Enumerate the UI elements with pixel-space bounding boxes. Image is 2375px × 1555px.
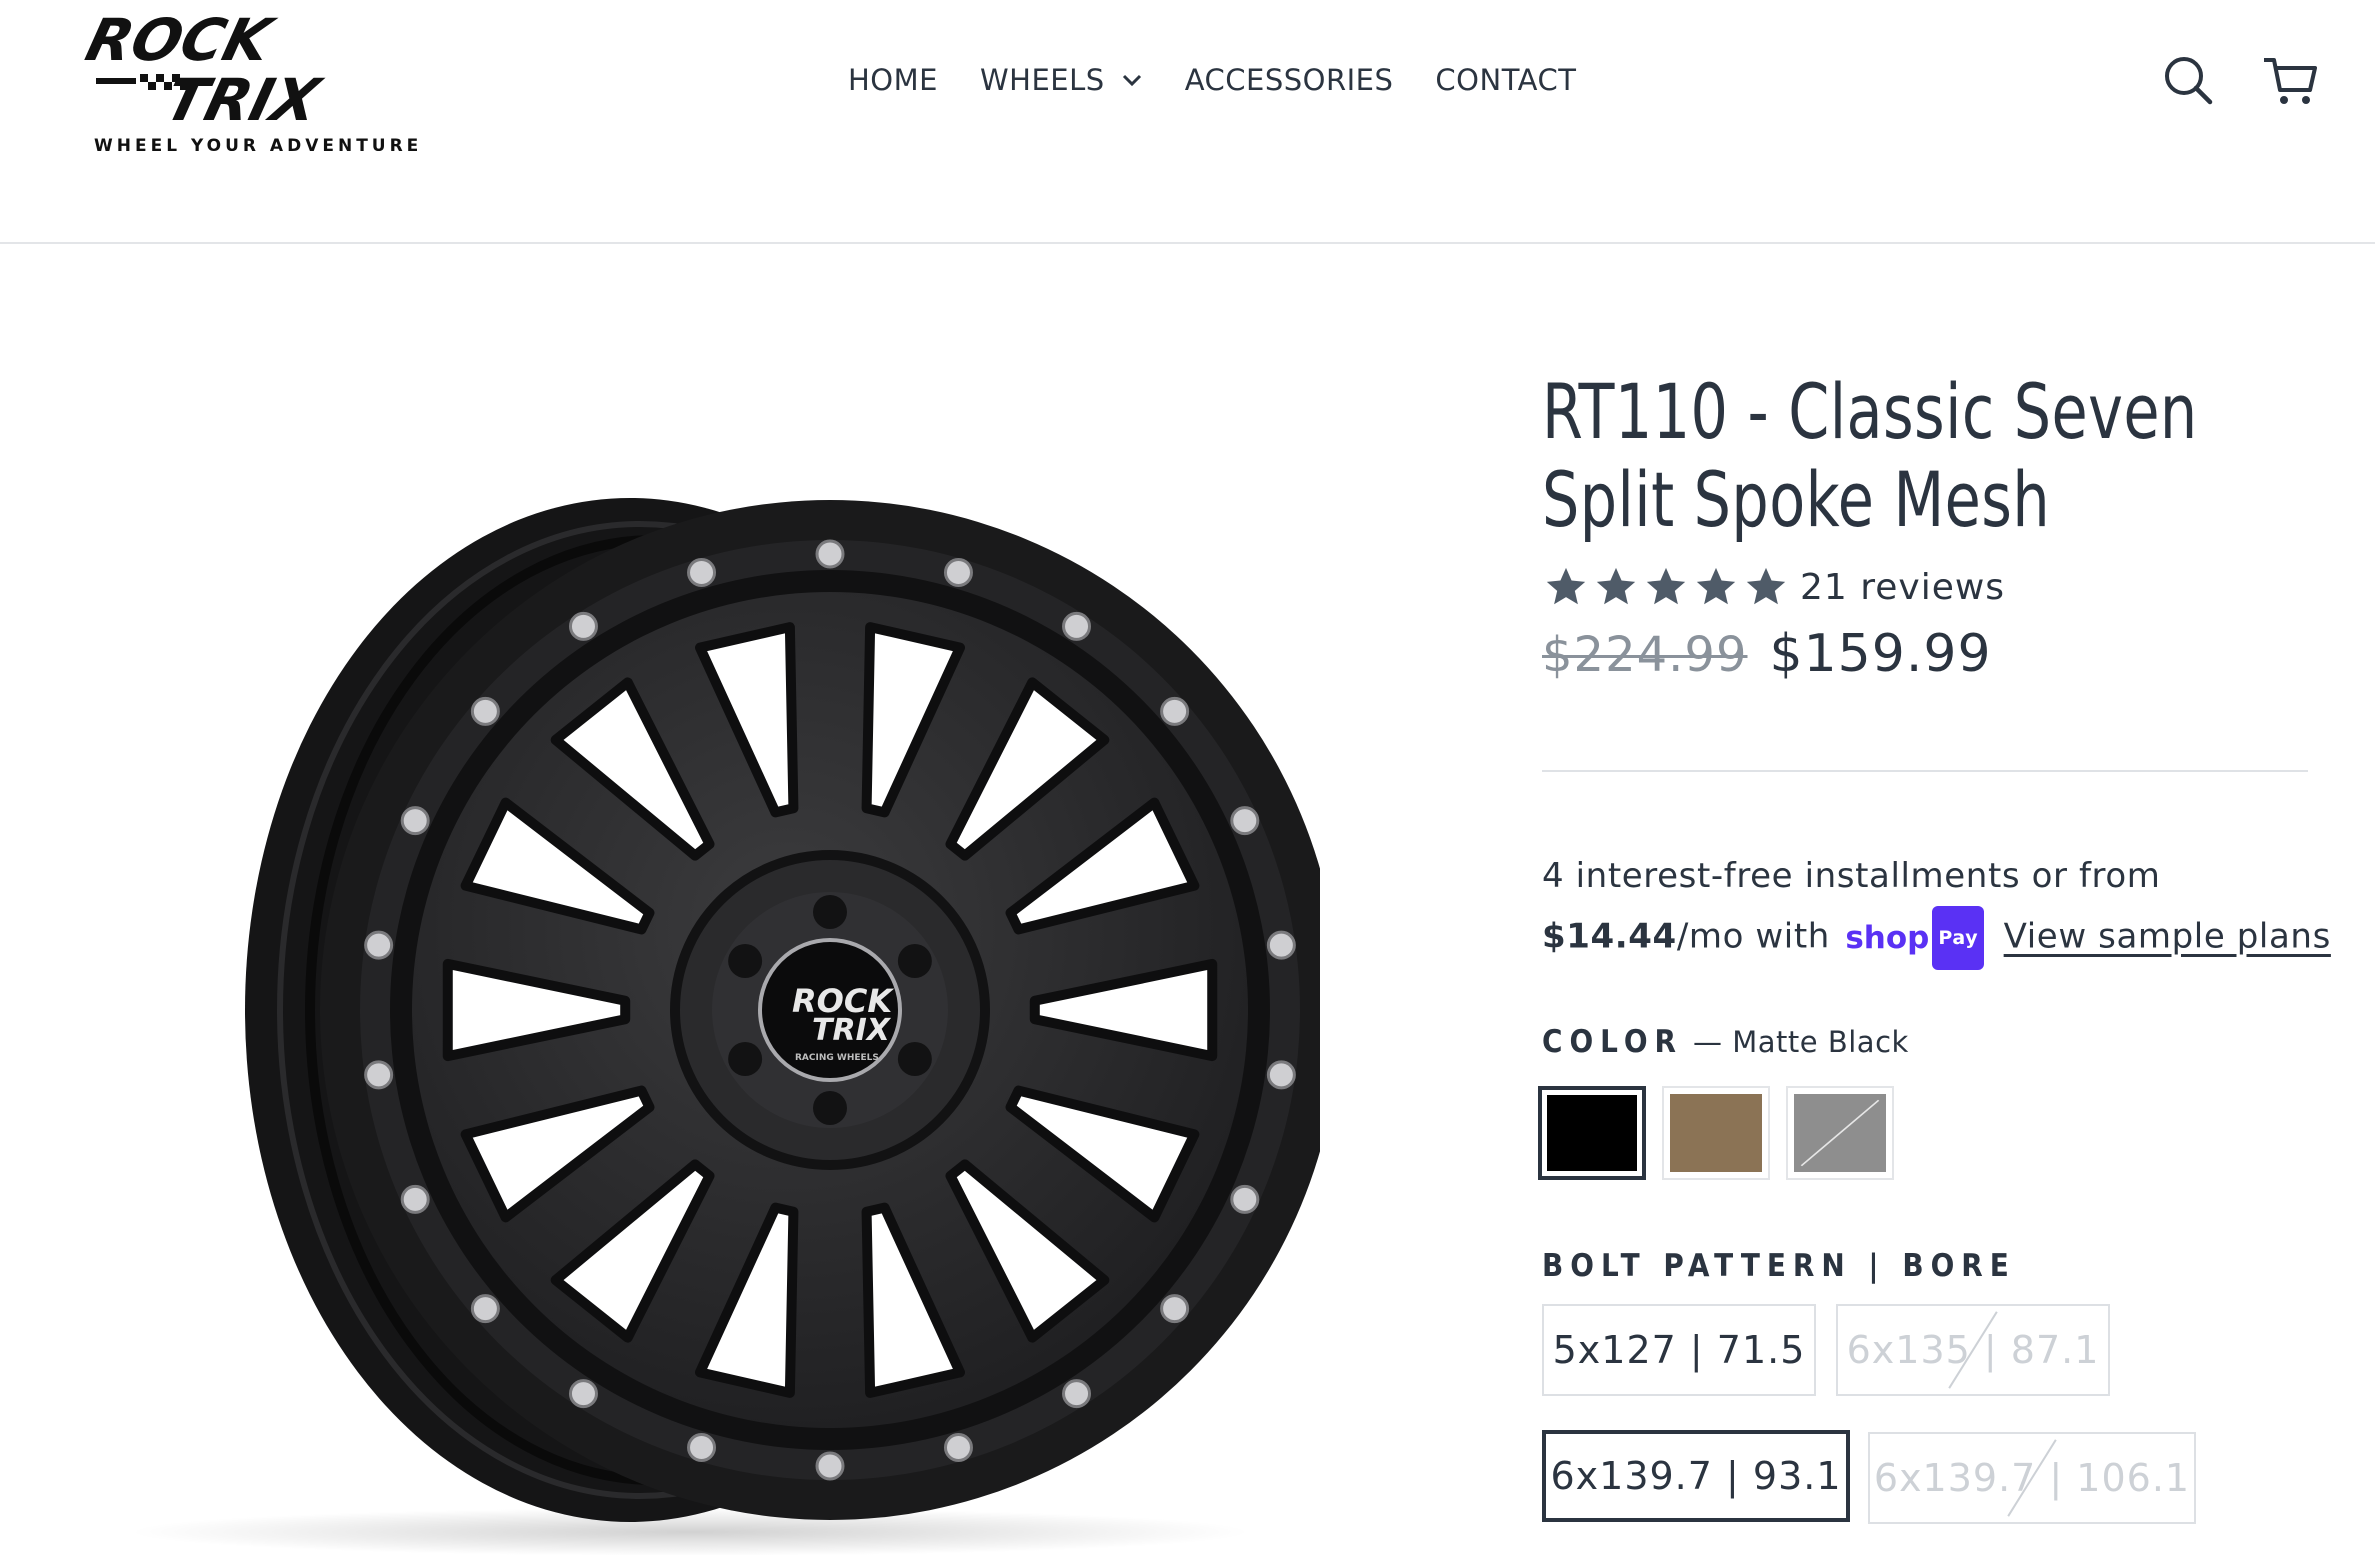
view-sample-plans-link[interactable]: View sample plans <box>2004 917 2331 957</box>
bolt-option-6x139-106[interactable]: 6x139.7 | 106.1 <box>1868 1432 2196 1524</box>
star-icon <box>1596 567 1636 605</box>
cap-logo-trix: TRIX <box>812 1013 892 1048</box>
nav-contact[interactable]: CONTACT <box>1435 63 1576 97</box>
main-nav: HOME WHEELS ACCESSORIES CONTACT <box>848 58 1576 102</box>
brand-logo[interactable]: ROCK TRIX WHEEL YOUR ADVENTURE <box>78 8 419 158</box>
nav-home-label: HOME <box>848 63 938 97</box>
rating-stars <box>1542 564 1792 610</box>
swatch-gunmetal-fill <box>1794 1094 1886 1172</box>
bolt-pattern-label: BOLT PATTERN | BORE <box>1542 1248 2016 1284</box>
logo-word-rock: ROCK <box>80 8 283 74</box>
color-option-label: COLOR — Matte Black <box>1542 1024 1909 1060</box>
star-icon <box>1646 567 1686 605</box>
color-selected-value: — Matte Black <box>1693 1025 1909 1059</box>
search-button[interactable] <box>2160 52 2216 108</box>
installment-amount: $14.44 <box>1542 916 1677 957</box>
swatch-matte-black[interactable] <box>1538 1086 1646 1180</box>
logo-mark: ROCK TRIX <box>80 8 329 133</box>
bolt-option-6x135[interactable]: 6x135 | 87.1 <box>1836 1304 2110 1396</box>
nav-home[interactable]: HOME <box>848 63 938 97</box>
logo-word-trix: TRIX <box>159 66 329 133</box>
price-original: $224.99 <box>1542 627 1748 683</box>
swatch-matte-black-fill <box>1547 1095 1637 1171</box>
bolt-option-5x127[interactable]: 5x127 | 71.5 <box>1542 1304 1816 1396</box>
search-icon <box>2165 57 2213 105</box>
nav-accessories[interactable]: ACCESSORIES <box>1185 63 1394 97</box>
swatch-gunmetal[interactable] <box>1786 1086 1894 1180</box>
nav-wheels[interactable]: WHEELS <box>980 63 1143 97</box>
color-label-text: COLOR <box>1542 1024 1684 1060</box>
installment-per-month: /mo with <box>1676 916 1830 957</box>
shoppay-logo: shop Pay <box>1845 906 1985 970</box>
product-title: RT110 - Classic Seven Split Spoke Mesh <box>1542 367 2198 544</box>
unavailable-strike-icon <box>1800 1099 1880 1167</box>
logo-tagline: WHEEL YOUR ADVENTURE <box>94 136 423 156</box>
shoppay-shop-text: shop <box>1845 920 1930 956</box>
nav-wheels-label: WHEELS <box>979 63 1105 97</box>
bolt-option-label: 6x139.7 | 93.1 <box>1550 1454 1842 1498</box>
cart-icon <box>2264 58 2317 104</box>
reviews-count: 21 reviews <box>1800 566 2006 608</box>
chevron-down-icon <box>1122 74 1141 87</box>
price-row: $224.99 $159.99 <box>1542 624 1992 684</box>
wheel-image: ROCK TRIX RACING WHEELS <box>130 498 1340 1555</box>
cap-logo-sub: RACING WHEELS <box>795 1053 879 1063</box>
shoppay-pay-badge: Pay <box>1932 906 1985 970</box>
bolt-option-6x139-93[interactable]: 6x139.7 | 93.1 <box>1542 1430 1850 1522</box>
nav-accessories-label: ACCESSORIES <box>1184 63 1394 97</box>
cart-button[interactable] <box>2260 52 2317 108</box>
bolt-option-label: 5x127 | 71.5 <box>1552 1328 1806 1372</box>
color-swatches <box>1538 1086 1910 1180</box>
price-sale: $159.99 <box>1769 624 1992 684</box>
star-icon <box>1546 567 1586 605</box>
product-rating[interactable]: 21 reviews <box>1542 564 2005 610</box>
nav-contact-label: CONTACT <box>1435 63 1577 97</box>
product-info: RT110 - Classic Seven Split Spoke Mesh 2… <box>1538 368 2330 1524</box>
section-divider <box>1542 770 2308 772</box>
site-header: ROCK TRIX WHEEL YOUR ADVENTURE HOME WHEE… <box>0 0 2375 244</box>
swatch-bronze[interactable] <box>1662 1086 1770 1180</box>
installments-line: 4 interest-free installments or from <box>1542 856 2161 896</box>
installments-info: 4 interest-free installments or from $14… <box>1542 846 2342 970</box>
swatch-bronze-fill <box>1670 1094 1762 1172</box>
star-icon <box>1696 567 1736 605</box>
product-image[interactable]: ROCK TRIX RACING WHEELS <box>70 470 1340 1555</box>
star-icon <box>1746 567 1786 605</box>
